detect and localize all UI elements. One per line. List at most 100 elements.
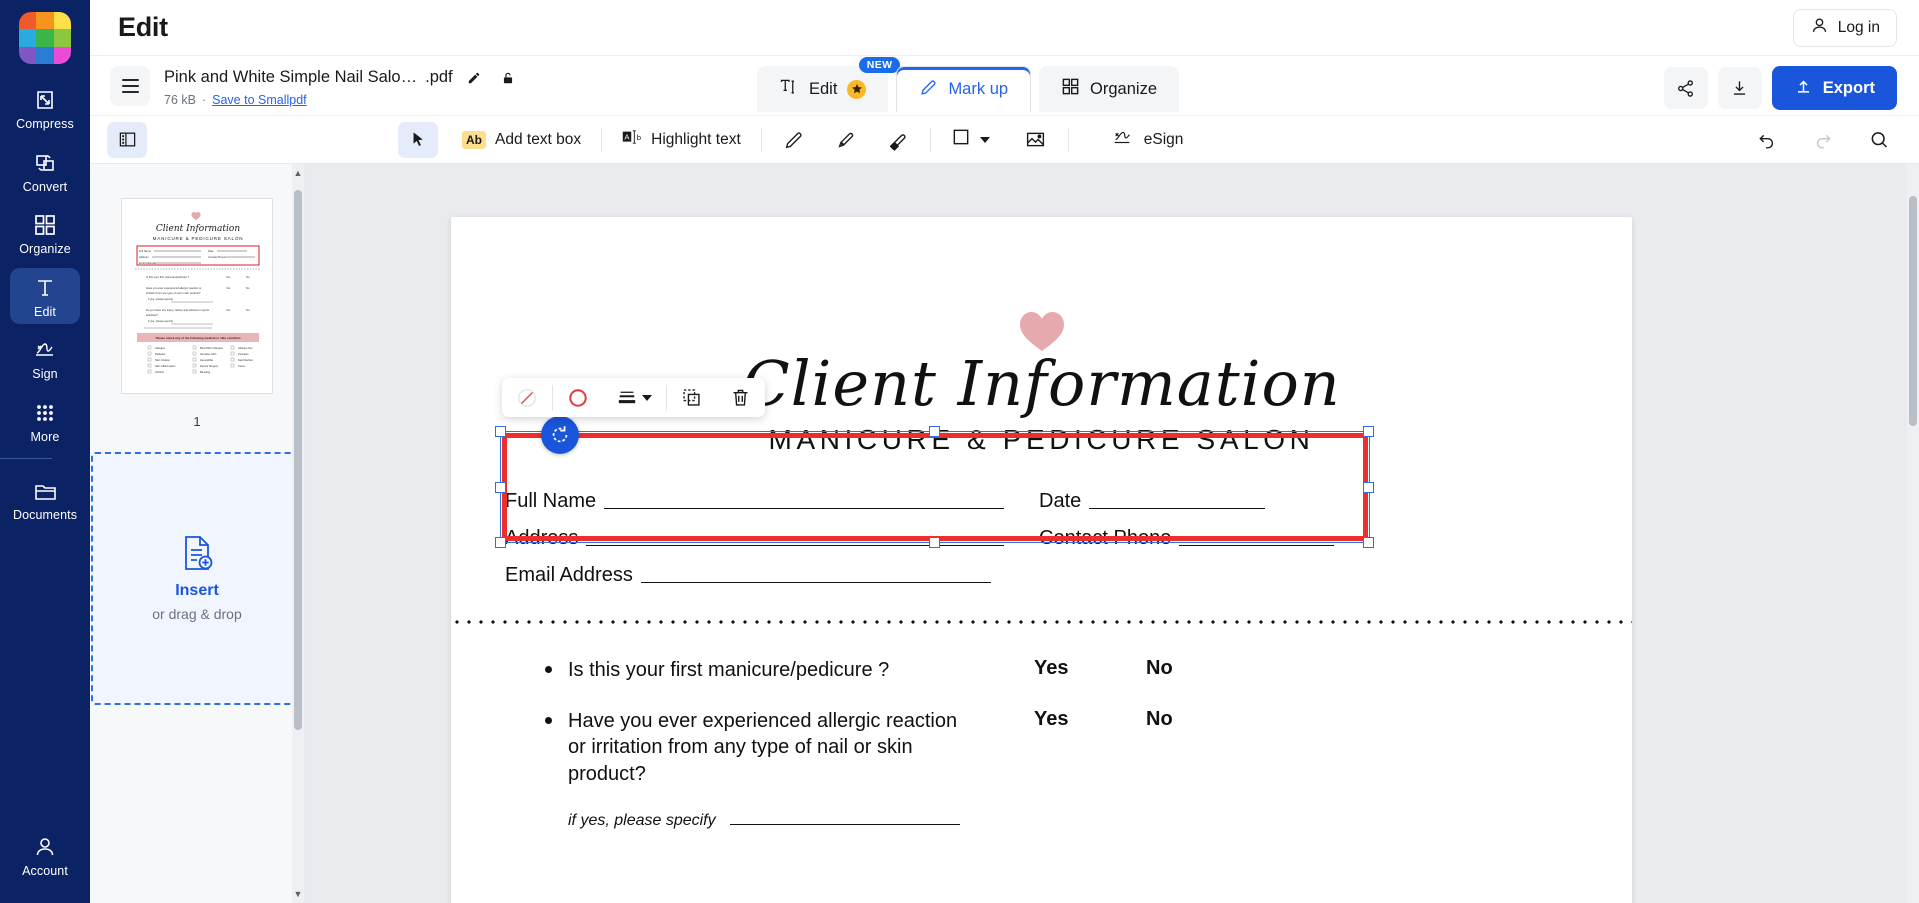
toolbar-divider <box>929 127 931 152</box>
export-button[interactable]: Export <box>1771 66 1897 110</box>
panel-scroll-thumb[interactable] <box>294 190 302 730</box>
duplicate-button[interactable] <box>667 378 716 417</box>
sidebar-item-label: Convert <box>22 179 68 194</box>
field-rule <box>586 545 1005 546</box>
question-1: Is this your first manicure/pedicure ? <box>545 657 1065 683</box>
undo-button[interactable] <box>1747 122 1787 158</box>
svg-text:No: No <box>246 275 250 279</box>
page-thumbnail[interactable]: Client Information MANICURE & PEDICURE S… <box>121 198 273 394</box>
insert-page-dropzone[interactable]: Insert or drag & drop <box>90 452 304 705</box>
tab-edit[interactable]: Edit NEW <box>757 57 901 112</box>
svg-text:Yes: Yes <box>226 308 231 312</box>
highlight-text-tool[interactable]: A b Highlight text <box>612 122 751 158</box>
shape-tool[interactable] <box>941 122 1000 158</box>
smallpdf-logo[interactable] <box>19 12 71 64</box>
esign-icon <box>1111 126 1135 153</box>
document-canvas[interactable]: Client Information MANICURE & PEDICURE S… <box>305 164 1919 903</box>
tab-mark-up[interactable]: Mark up <box>896 66 1032 112</box>
field-rule <box>1179 545 1335 546</box>
selected-rectangle-annotation[interactable] <box>502 433 1368 541</box>
scroll-down-arrow[interactable]: ▼ <box>292 887 304 901</box>
sidebar-item-convert[interactable]: Convert <box>10 143 80 200</box>
resize-handle-bottom-left[interactable] <box>495 537 506 548</box>
download-button[interactable] <box>1717 67 1762 109</box>
sidebar-item-label: Sign <box>32 367 58 381</box>
svg-text:Yes: Yes <box>226 286 231 290</box>
share-button[interactable] <box>1663 67 1708 109</box>
save-to-smallpdf-link[interactable]: Save to Smallpdf <box>212 93 307 107</box>
insert-image-tool[interactable] <box>1014 122 1058 158</box>
page-thumbnail-wrap[interactable]: Client Information MANICURE & PEDICURE S… <box>121 198 273 429</box>
resize-handle-bottom-right[interactable] <box>1363 537 1374 548</box>
convert-icon <box>32 150 58 176</box>
field-label: Email Address <box>505 564 633 586</box>
resize-handle-middle-left[interactable] <box>495 482 506 493</box>
user-icon <box>1810 16 1829 40</box>
sidebar-item-label: Documents <box>12 508 78 522</box>
question-text: Have you ever experienced allergic react… <box>568 710 958 785</box>
canvas-scroll-thumb[interactable] <box>1909 196 1917 426</box>
sidebar-item-compress[interactable]: Compress <box>10 80 80 137</box>
insert-title: Insert <box>175 582 219 599</box>
svg-text:Email Address: Email Address <box>139 261 156 265</box>
svg-text:Hemophilia: Hemophilia <box>200 358 214 362</box>
resize-handle-bottom-center[interactable] <box>929 537 940 548</box>
panel-scrollbar[interactable]: ▲ ▼ <box>292 164 304 903</box>
sidebar-item-more[interactable]: More <box>10 393 80 450</box>
menu-button[interactable] <box>110 65 150 106</box>
insert-document-icon <box>180 535 214 576</box>
svg-text:Full Name: Full Name <box>139 249 151 253</box>
svg-text:No: No <box>246 308 250 312</box>
field-email-address: Email Address <box>505 564 991 587</box>
svg-text:Is this your first manicure/pe: Is this your first manicure/pedicure ? <box>146 275 190 279</box>
svg-text:Address: Address <box>139 255 149 259</box>
svg-text:A: A <box>625 133 631 142</box>
rename-button[interactable] <box>461 65 487 91</box>
rail-divider <box>0 458 52 459</box>
login-button[interactable]: Log in <box>1792 9 1897 47</box>
tab-organize[interactable]: Organize <box>1039 66 1179 112</box>
tab-label: Mark up <box>948 80 1009 98</box>
dotted-separator <box>451 620 1632 624</box>
esign-tool[interactable]: eSign <box>1101 122 1194 158</box>
resize-handle-top-left[interactable] <box>495 426 506 437</box>
svg-text:Bleeding: Bleeding <box>200 370 211 374</box>
resize-handle-middle-right[interactable] <box>1363 482 1374 493</box>
cursor-arrow-tool[interactable] <box>398 121 438 158</box>
sidebar-item-edit[interactable]: Edit <box>10 267 80 324</box>
fill-color-button[interactable] <box>502 378 552 417</box>
svg-text:No: No <box>246 286 250 290</box>
search-button[interactable] <box>1859 122 1899 158</box>
sidebar-item-documents[interactable]: Documents <box>10 471 80 528</box>
document-bar: Pink and White Simple Nail Salo… .pdf 76… <box>90 56 1919 116</box>
resize-handle-top-center[interactable] <box>929 426 940 437</box>
sidebar-item-sign[interactable]: Sign <box>10 330 80 387</box>
marker-tool[interactable] <box>824 122 868 158</box>
line-weight-button[interactable] <box>603 378 666 417</box>
scroll-up-arrow[interactable]: ▲ <box>292 166 304 180</box>
sidebar-item-account[interactable]: Account <box>10 827 80 884</box>
delete-button[interactable] <box>716 378 765 417</box>
svg-text:Yes: Yes <box>226 275 231 279</box>
rotate-handle[interactable] <box>541 416 579 454</box>
page-panel-toggle[interactable] <box>107 121 147 158</box>
resize-handle-top-right[interactable] <box>1363 426 1374 437</box>
add-text-box-tool[interactable]: Ab Add text box <box>452 122 591 158</box>
toolbar-label: Highlight text <box>651 130 741 148</box>
canvas-scrollbar[interactable] <box>1907 164 1919 903</box>
pen-tool[interactable] <box>772 122 816 158</box>
login-label: Log in <box>1837 19 1880 36</box>
svg-text:Corns: Corns <box>238 364 246 368</box>
annotation-float-toolbar <box>502 378 765 417</box>
sidebar-item-organize[interactable]: Organize <box>10 205 80 262</box>
rail-bottom: Account <box>0 827 90 890</box>
file-size: 76 kB <box>164 92 196 107</box>
lock-button[interactable] <box>495 65 521 91</box>
question-2-no: No <box>1146 708 1173 730</box>
svg-text:Arthritis: Arthritis <box>155 370 164 374</box>
pdf-page[interactable]: Client Information MANICURE & PEDICURE S… <box>451 217 1632 903</box>
svg-text:Recent Surgery: Recent Surgery <box>200 364 219 368</box>
stroke-color-button[interactable] <box>553 378 603 417</box>
sidebar-item-label: Account <box>22 863 68 878</box>
eraser-tool[interactable] <box>876 122 920 158</box>
